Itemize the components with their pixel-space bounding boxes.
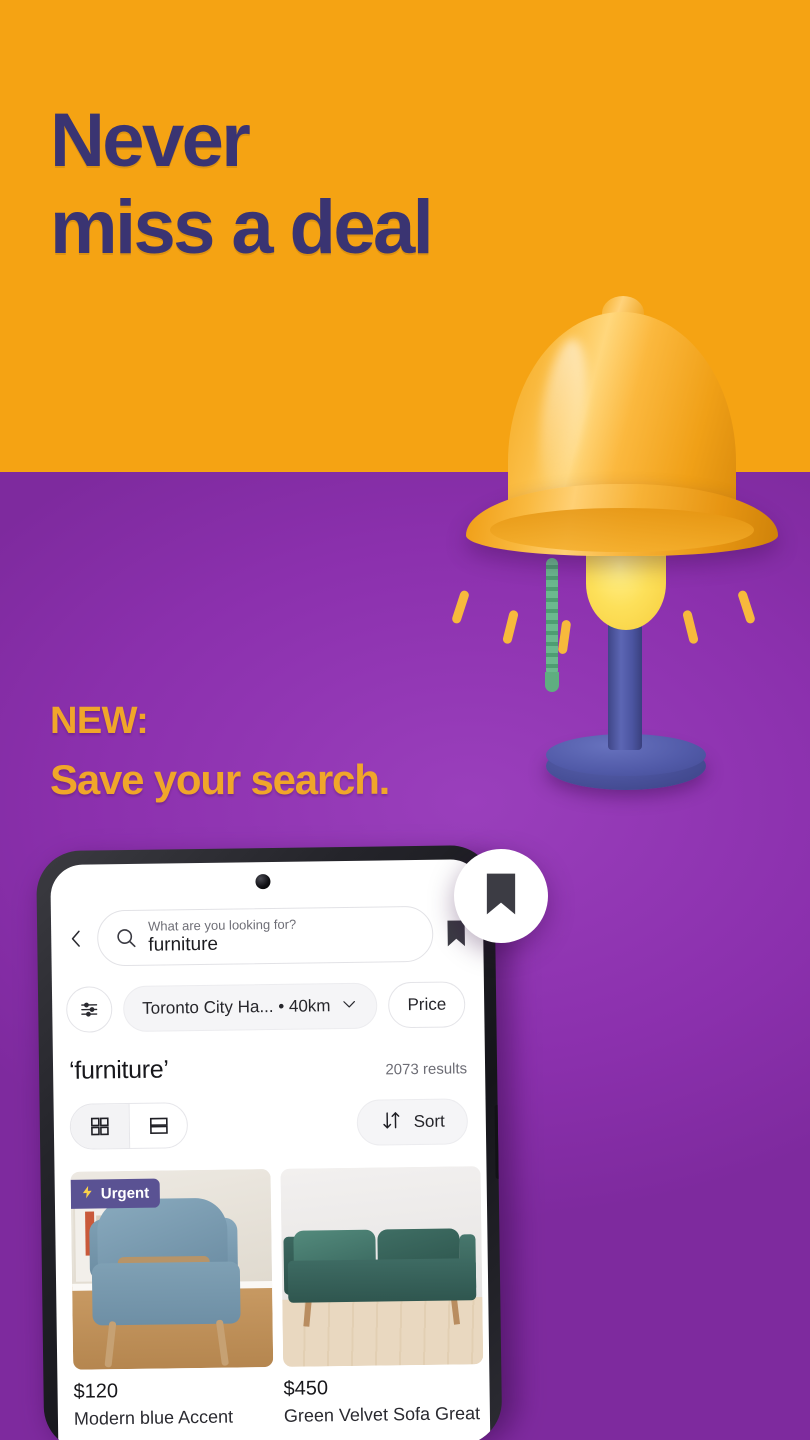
list-view-icon[interactable] <box>128 1103 188 1149</box>
ring-dash <box>736 589 757 625</box>
green-velvet-sofa-photo <box>280 1166 484 1367</box>
ring-dash <box>557 619 572 655</box>
bell-shade <box>466 296 778 574</box>
promo-block: NEW: Save your search. <box>50 700 390 803</box>
location-filter-chip[interactable]: Toronto City Ha... • 40km <box>122 982 378 1033</box>
results-toolbar: Sort <box>53 1080 486 1150</box>
listing-card[interactable]: $450 Green Velvet Sofa Great <box>280 1166 484 1427</box>
pull-chain <box>546 558 558 676</box>
bell-skirt-inner <box>490 508 754 552</box>
status-badge: Urgent <box>70 1178 161 1209</box>
grid-view-icon[interactable] <box>70 1104 130 1149</box>
search-placeholder-label: What are you looking for? <box>147 916 297 934</box>
promo-headline: Save your search. <box>50 755 390 803</box>
listing-grid: Urgent $120 Modern blue Accent $450 Gree… <box>54 1144 490 1431</box>
listing-title: Green Velvet Sofa Great <box>283 1403 481 1426</box>
sort-label: Sort <box>413 1111 445 1132</box>
bookmark-icon <box>482 872 520 921</box>
location-filter-label: Toronto City Ha... • 40km <box>142 996 331 1018</box>
bell-lamp-illustration <box>438 290 810 810</box>
status-badge-label: Urgent <box>100 1184 150 1203</box>
filter-chips-row: Toronto City Ha... • 40km Price <box>52 961 485 1033</box>
chevron-left-icon[interactable] <box>65 928 87 950</box>
headline-line-2: miss a deal <box>50 185 434 271</box>
listing-price: $450 <box>283 1377 329 1400</box>
hero-headline: Never miss a deal <box>50 103 434 271</box>
pull-chain-tip <box>545 672 559 692</box>
headline-line-1: Never <box>50 98 251 183</box>
phone-frame: What are you looking for? furniture Toro… <box>36 844 503 1440</box>
sliders-icon[interactable] <box>65 986 113 1033</box>
poster-canvas: Never miss a deal NEW: Save your search. <box>0 0 810 1440</box>
results-header: ‘furniture’ 2073 results <box>53 1027 486 1086</box>
ring-dash <box>450 589 471 625</box>
sort-arrows-icon <box>379 1109 403 1136</box>
listing-price: $120 <box>73 1380 119 1403</box>
lightning-bolt-icon <box>80 1184 95 1203</box>
chevron-down-icon <box>340 994 358 1017</box>
ring-dash <box>502 609 519 645</box>
search-input[interactable]: What are you looking for? furniture <box>96 905 434 967</box>
price-filter-chip[interactable]: Price <box>388 981 466 1029</box>
sort-button[interactable]: Sort <box>356 1098 469 1146</box>
listing-card[interactable]: Urgent $120 Modern blue Accent <box>70 1169 275 1430</box>
search-value: furniture <box>148 933 219 956</box>
results-count: 2073 results <box>385 1060 468 1079</box>
listing-title: Modern blue Accent <box>73 1406 234 1429</box>
search-icon <box>114 926 138 950</box>
listing-photo <box>280 1166 484 1367</box>
phone-mockup: What are you looking for? furniture Toro… <box>36 844 517 1440</box>
view-toggle <box>69 1102 189 1150</box>
query-title: ‘furniture’ <box>68 1055 169 1085</box>
promo-kicker: NEW: <box>50 700 149 742</box>
listing-photo: Urgent <box>70 1169 274 1370</box>
price-filter-label: Price <box>407 994 447 1015</box>
save-search-bubble[interactable] <box>454 849 548 943</box>
phone-screen: What are you looking for? furniture Toro… <box>50 859 491 1440</box>
ring-dash <box>682 609 699 645</box>
